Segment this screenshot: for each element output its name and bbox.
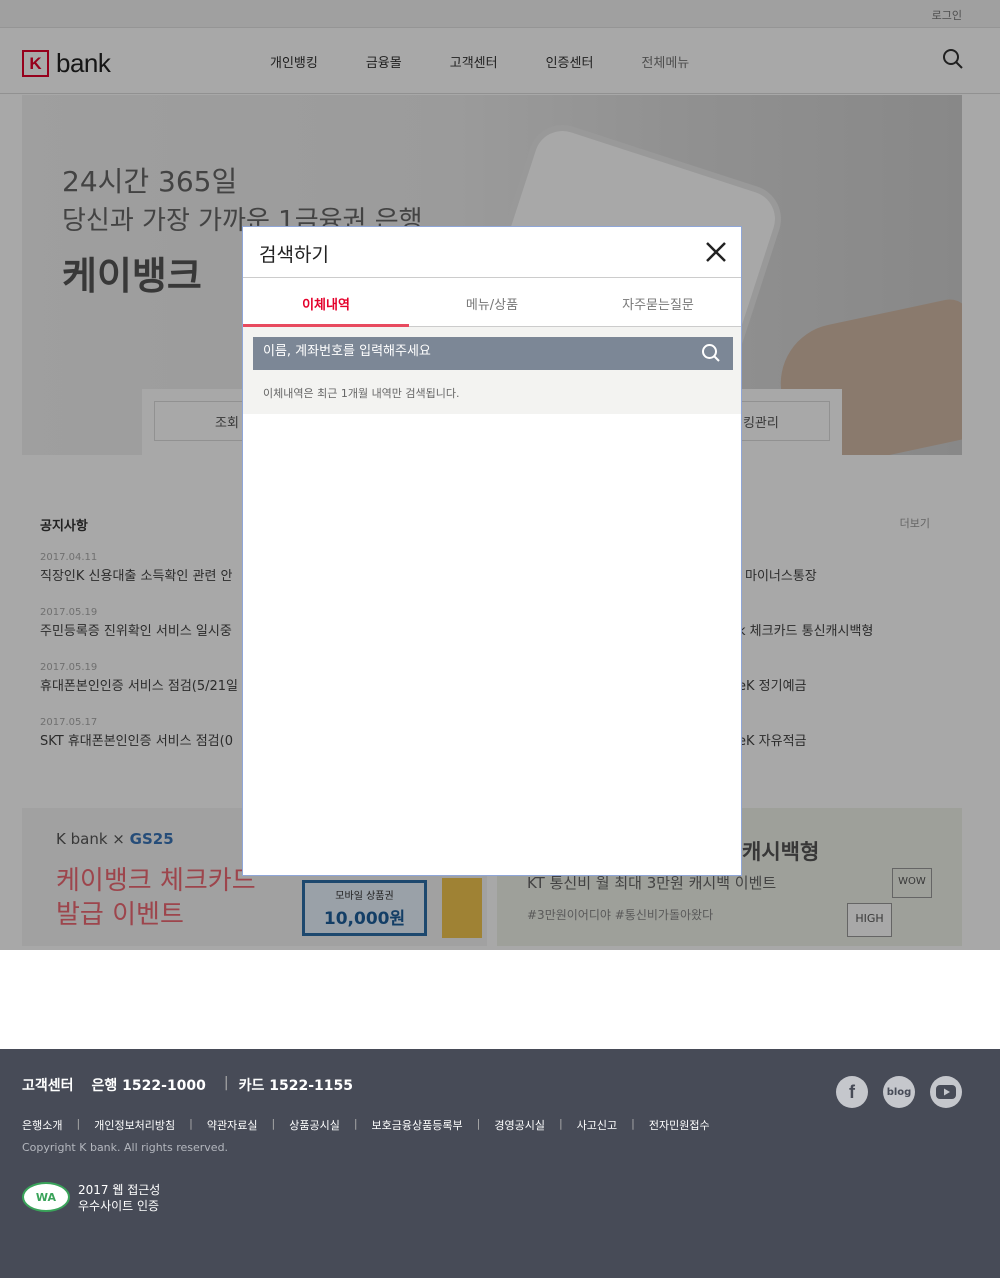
footer: 고객센터 은행 1522-1000 | 카드 1522-1155 은행소개 | … bbox=[0, 1049, 1000, 1278]
footer-link[interactable]: 경영공시실 bbox=[494, 1117, 545, 1133]
search-note: 이체내역은 최근 1개월 내역만 검색됩니다. bbox=[263, 387, 460, 400]
footer-contact: 고객센터 은행 1522-1000 | 카드 1522-1155 bbox=[22, 1075, 371, 1095]
link-divider: | bbox=[189, 1117, 193, 1130]
modal-title: 검색하기 bbox=[259, 244, 329, 266]
footer-link[interactable]: 상품공시실 bbox=[289, 1117, 340, 1133]
link-divider: | bbox=[76, 1117, 81, 1130]
contact-divider: | bbox=[223, 1075, 229, 1091]
modal-header: 검색하기 bbox=[243, 227, 741, 278]
web-accessibility-mark: WA bbox=[22, 1182, 70, 1212]
facebook-icon[interactable]: f bbox=[836, 1076, 868, 1108]
blog-icon[interactable]: blog bbox=[883, 1076, 915, 1108]
modal-tabs: 이체내역 메뉴/상품 자주묻는질문 bbox=[243, 278, 741, 327]
search-box bbox=[253, 337, 733, 370]
link-divider: | bbox=[353, 1117, 358, 1130]
modal-search-area: 이체내역은 최근 1개월 내역만 검색됩니다. bbox=[243, 327, 741, 414]
page: 로그인 K bank 개인뱅킹 금융몰 고객센터 인증센터 전체메뉴 24시간 … bbox=[0, 0, 1000, 1278]
tab-menu-products[interactable]: 메뉴/상품 bbox=[409, 278, 575, 326]
bank-phone: 은행 1522-1000 bbox=[91, 1078, 206, 1094]
cs-label: 고객센터 bbox=[22, 1078, 74, 1094]
footer-link[interactable]: 약관자료실 bbox=[207, 1117, 258, 1133]
footer-link[interactable]: 보호금융상품등록부 bbox=[372, 1117, 463, 1133]
footer-link[interactable]: 전자민원접수 bbox=[649, 1117, 710, 1133]
footer-link[interactable]: 사고신고 bbox=[577, 1117, 617, 1133]
cert-line-2: 우수사이트 인증 bbox=[78, 1199, 160, 1213]
youtube-play-icon bbox=[936, 1085, 956, 1099]
close-icon[interactable] bbox=[703, 239, 729, 265]
footer-links: 은행소개 | 개인정보처리방침 | 약관자료실 | 상품공시실 | 보호금융상품… bbox=[22, 1117, 710, 1133]
search-input[interactable] bbox=[263, 344, 683, 359]
link-divider: | bbox=[558, 1117, 563, 1130]
search-icon[interactable] bbox=[701, 343, 721, 363]
footer-link[interactable]: 개인정보처리방침 bbox=[94, 1117, 175, 1133]
tab-transfer-history[interactable]: 이체내역 bbox=[243, 278, 409, 327]
link-divider: | bbox=[476, 1117, 481, 1130]
search-modal: 검색하기 이체내역 메뉴/상품 자주묻는질문 이체내역은 최근 1개월 내역만 … bbox=[242, 226, 742, 876]
cert-line-1: 2017 웹 접근성 bbox=[78, 1183, 161, 1197]
youtube-icon[interactable] bbox=[930, 1076, 962, 1108]
footer-link[interactable]: 은행소개 bbox=[22, 1117, 62, 1133]
card-phone: 카드 1522-1155 bbox=[238, 1078, 353, 1094]
link-divider: | bbox=[631, 1117, 635, 1130]
link-divider: | bbox=[271, 1117, 276, 1130]
copyright: Copyright K bank. All rights reserved. bbox=[22, 1141, 229, 1154]
tab-faq[interactable]: 자주묻는질문 bbox=[575, 278, 741, 326]
